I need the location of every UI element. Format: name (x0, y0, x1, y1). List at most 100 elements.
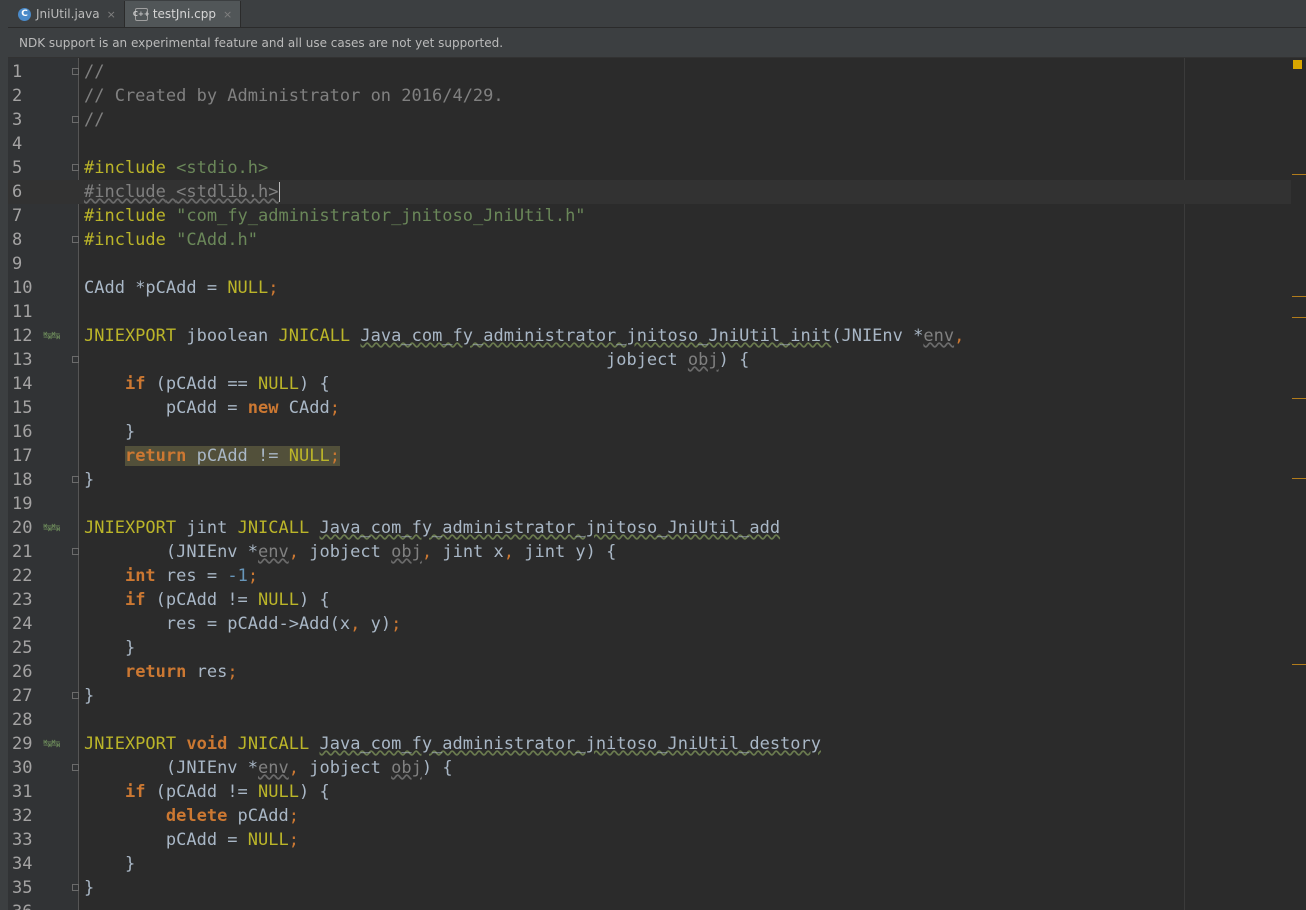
fold-icon[interactable] (72, 236, 79, 243)
code-line[interactable]: 4 (8, 132, 1291, 156)
code-token: *pCAdd = (124, 278, 228, 298)
code-line[interactable]: 3 // (8, 108, 1291, 132)
code-line[interactable]: 36 (8, 900, 1291, 910)
code-line[interactable]: 17 return pCAdd != NULL; (8, 444, 1291, 468)
tab-jniutil-java[interactable]: C JniUtil.java × (8, 1, 125, 27)
line-number: 6 (12, 182, 23, 202)
code-line[interactable]: 32 delete pCAdd; (8, 804, 1291, 828)
unused-param: obj (391, 542, 422, 562)
related-symbol-icon[interactable]: ↹↹ (43, 516, 60, 540)
code-line[interactable]: 22 int res = -1; (8, 564, 1291, 588)
fold-icon[interactable] (72, 68, 79, 75)
line-number: 8 (12, 230, 23, 250)
code-token: ) { (421, 758, 453, 778)
code-line[interactable]: 27 } (8, 684, 1291, 708)
error-stripe[interactable] (1291, 58, 1306, 910)
fold-icon[interactable] (72, 476, 79, 483)
line-number: 5 (12, 158, 23, 178)
code-token: ; (329, 446, 340, 466)
fold-icon[interactable] (72, 164, 79, 171)
line-number: 14 (12, 374, 33, 394)
code-line[interactable]: 11 (8, 300, 1291, 324)
code-line[interactable]: 5 #include <stdio.h> (8, 156, 1291, 180)
code-token: pCAdd != (186, 446, 289, 466)
code-line[interactable]: 7 #include "com_fy_administrator_jnitoso… (8, 204, 1291, 228)
type-name: jboolean (186, 326, 269, 346)
code-line[interactable]: 28 (8, 708, 1291, 732)
code-line[interactable]: 23 if (pCAdd != NULL) { (8, 588, 1291, 612)
unused-param: env (258, 542, 289, 562)
macro: JNIEXPORT (84, 734, 177, 754)
fold-icon[interactable] (72, 548, 79, 555)
code-line[interactable]: 24 res = pCAdd->Add(x, y); (8, 612, 1291, 636)
macro: NULL (258, 782, 299, 802)
fold-icon[interactable] (72, 356, 79, 363)
code-line[interactable]: 15 pCAdd = new CAdd; (8, 396, 1291, 420)
code-line[interactable]: 13 jobject obj) { (8, 348, 1291, 372)
close-icon[interactable]: × (107, 8, 116, 21)
code-line[interactable]: 34 } (8, 852, 1291, 876)
stripe-mark[interactable] (1292, 664, 1306, 665)
macro: JNIEXPORT (84, 518, 177, 538)
keyword: void (186, 734, 228, 754)
code-line[interactable]: 20 ↹↹ JNIEXPORT jint JNICALL Java_com_fy… (8, 516, 1291, 540)
macro: JNIEXPORT (84, 326, 177, 346)
code-token: y) (360, 614, 392, 634)
stripe-mark[interactable] (1292, 478, 1306, 479)
related-symbol-icon[interactable]: ↹↹ (43, 732, 60, 756)
code-token: ; (288, 806, 299, 826)
code-line[interactable]: 2 // Created by Administrator on 2016/4/… (8, 84, 1291, 108)
stripe-mark[interactable] (1292, 398, 1306, 399)
code-line[interactable]: 31 if (pCAdd != NULL) { (8, 780, 1291, 804)
comment: // (84, 110, 105, 130)
keyword: if (124, 590, 146, 610)
code-token: } (124, 854, 136, 874)
line-number: 13 (12, 350, 33, 370)
stripe-mark[interactable] (1292, 317, 1306, 318)
code-line[interactable]: 29 ↹↹ JNIEXPORT void JNICALL Java_com_fy… (8, 732, 1291, 756)
code-token: } (84, 878, 95, 898)
code-line[interactable]: 21 (JNIEnv *env, jobject obj, jint x, ji… (8, 540, 1291, 564)
code-editor[interactable]: 1 // 2 // Created by Administrator on 20… (8, 58, 1306, 910)
code-line[interactable]: 35 } (8, 876, 1291, 900)
code-line[interactable]: 16 } (8, 420, 1291, 444)
code-line[interactable]: 25 } (8, 636, 1291, 660)
preprocessor: #include (84, 206, 166, 226)
fold-icon[interactable] (72, 884, 79, 891)
code-line[interactable]: 14 if (pCAdd == NULL) { (8, 372, 1291, 396)
stripe-mark[interactable] (1292, 174, 1306, 175)
code-token: pCAdd (227, 806, 289, 826)
code-line[interactable]: 9 (8, 252, 1291, 276)
fold-icon[interactable] (72, 692, 79, 699)
line-number: 24 (12, 614, 33, 634)
include-path: <stdlib.h> (176, 182, 279, 202)
warning-icon[interactable] (1293, 60, 1302, 69)
related-symbol-icon[interactable]: ↹↹ (43, 324, 60, 348)
code-line[interactable]: 1 // (8, 60, 1291, 84)
code-line[interactable]: 10 CAdd *pCAdd = NULL; (8, 276, 1291, 300)
fold-icon[interactable] (72, 764, 79, 771)
code-line-current[interactable]: 6 #include <stdlib.h> (8, 180, 1291, 204)
code-token: , (503, 542, 515, 562)
comment: // (84, 62, 105, 82)
code-line[interactable]: 12 ↹↹ JNIEXPORT jboolean JNICALL Java_co… (8, 324, 1291, 348)
code-token: (pCAdd != (145, 782, 259, 802)
cpp-file-icon: C++ (133, 7, 150, 21)
line-number: 28 (12, 710, 33, 730)
code-line[interactable]: 19 (8, 492, 1291, 516)
code-line[interactable]: 18 } (8, 468, 1291, 492)
code-line[interactable]: 30 (JNIEnv *env, jobject obj) { (8, 756, 1291, 780)
line-number: 27 (12, 686, 33, 706)
function-name: Java_com_fy_administrator_jnitoso_JniUti… (360, 326, 832, 346)
code-token: , (954, 326, 965, 346)
code-token: } (124, 638, 136, 658)
stripe-mark[interactable] (1292, 296, 1306, 297)
fold-icon[interactable] (72, 116, 79, 123)
code-line[interactable]: 26 return res; (8, 660, 1291, 684)
code-line[interactable]: 33 pCAdd = NULL; (8, 828, 1291, 852)
tab-testjni-cpp[interactable]: C++ testJni.cpp × (124, 1, 242, 27)
code-line[interactable]: 8 #include "CAdd.h" (8, 228, 1291, 252)
close-icon[interactable]: × (223, 8, 232, 21)
notice-text: NDK support is an experimental feature a… (19, 35, 504, 50)
code-token: } (84, 686, 95, 706)
